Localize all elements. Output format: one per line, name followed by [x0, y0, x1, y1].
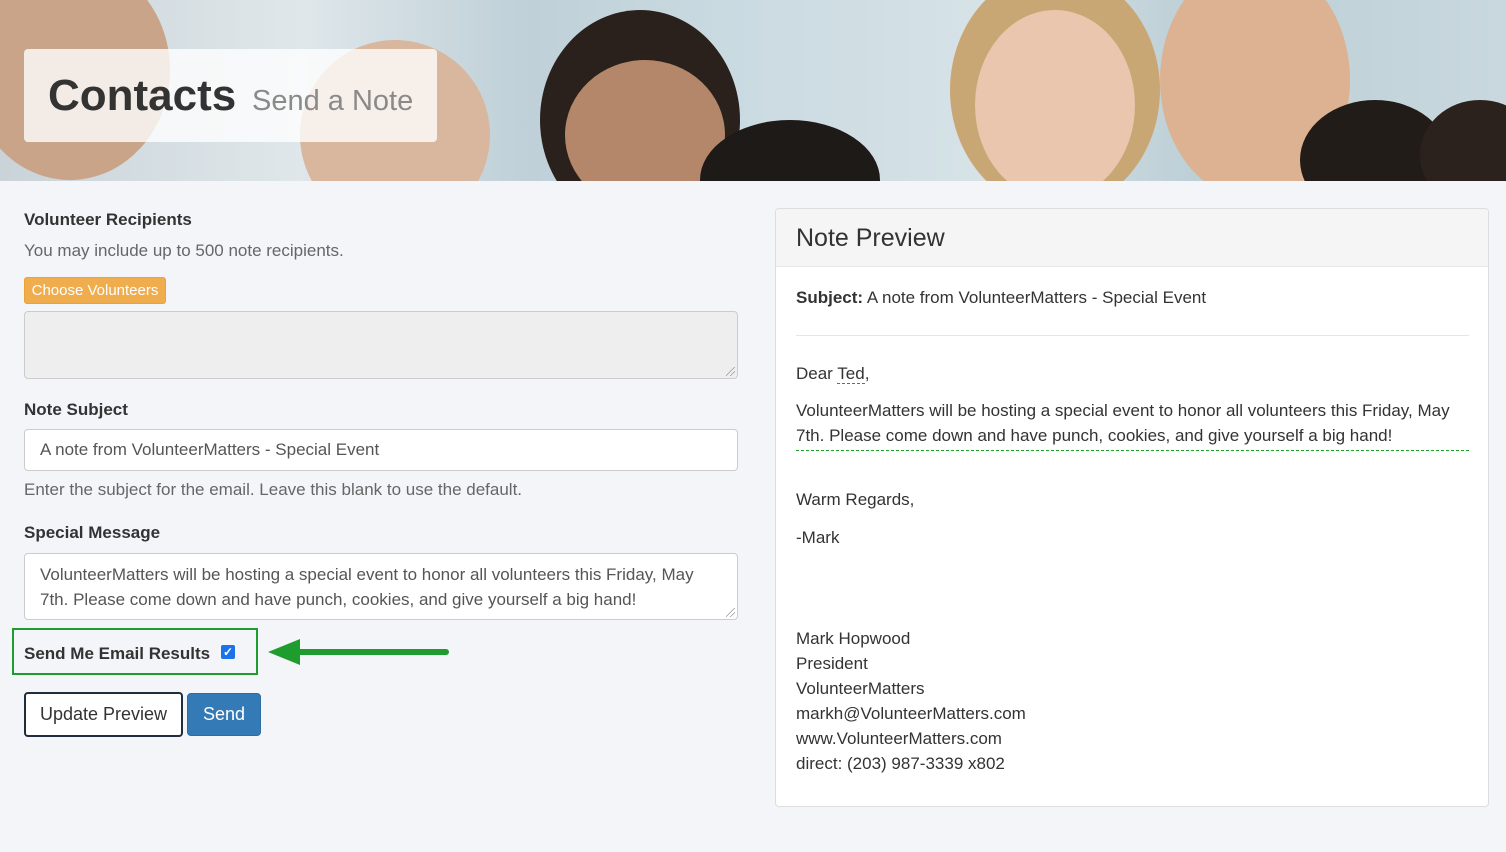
signature-email: markh@VolunteerMatters.com — [796, 704, 1026, 723]
resize-handle-icon[interactable] — [726, 608, 735, 617]
greeting-suffix: , — [864, 364, 870, 383]
recipients-help: You may include up to 500 note recipient… — [24, 241, 344, 260]
subject-input[interactable]: A note from VolunteerMatters - Special E… — [24, 429, 738, 471]
message-textarea[interactable]: VolunteerMatters will be hosting a speci… — [24, 553, 738, 620]
update-preview-button[interactable]: Update Preview — [24, 692, 183, 737]
email-results-highlight: Send Me Email Results ✓ — [12, 628, 258, 675]
resize-handle-icon[interactable] — [726, 367, 735, 376]
email-results-label: Send Me Email Results — [24, 644, 211, 663]
note-preview-panel: Note Preview Subject: A note from Volunt… — [775, 208, 1489, 807]
banner-photo-face — [1420, 100, 1506, 181]
page-title: Contacts — [48, 71, 237, 120]
recipients-textarea[interactable] — [24, 311, 738, 379]
subject-label: Note Subject — [24, 400, 128, 419]
arrow-left-icon — [268, 639, 449, 665]
greeting-name: Ted — [837, 364, 865, 384]
preview-sender: -Mark — [796, 528, 840, 547]
subject-help: Enter the subject for the email. Leave t… — [24, 480, 523, 499]
preview-closing: Warm Regards, — [796, 490, 915, 509]
preview-subject: Subject: A note from VolunteerMatters - … — [796, 288, 1206, 308]
signature-phone: direct: (203) 987-3339 x802 — [796, 754, 1005, 773]
panel-header: Note Preview — [776, 209, 1488, 267]
divider — [796, 335, 1469, 336]
preview-message: VolunteerMatters will be hosting a speci… — [796, 398, 1469, 451]
header-banner: Contacts Send a Note — [0, 0, 1506, 181]
panel-title: Note Preview — [796, 224, 945, 252]
preview-subject-value: A note from VolunteerMatters - Special E… — [866, 288, 1207, 307]
signature-title: President — [796, 654, 868, 673]
choose-volunteers-button[interactable]: Choose Volunteers — [24, 277, 166, 304]
signature-website: www.VolunteerMatters.com — [796, 729, 1002, 748]
signature-name: Mark Hopwood — [796, 629, 911, 648]
preview-subject-label: Subject: — [796, 288, 864, 307]
message-label: Special Message — [24, 523, 161, 542]
greeting-prefix: Dear — [796, 364, 833, 383]
preview-greeting: Dear Ted, — [796, 364, 869, 384]
page-title-box: Contacts Send a Note — [24, 49, 437, 142]
page-subtitle: Send a Note — [252, 85, 414, 117]
signature-org: VolunteerMatters — [796, 679, 925, 698]
send-button[interactable]: Send — [187, 693, 261, 736]
recipients-label: Volunteer Recipients — [24, 210, 192, 229]
email-results-checkbox[interactable]: ✓ — [221, 645, 235, 659]
message-text: VolunteerMatters will be hosting a speci… — [40, 565, 694, 609]
preview-signature: Mark Hopwood President VolunteerMatters … — [796, 626, 1026, 776]
